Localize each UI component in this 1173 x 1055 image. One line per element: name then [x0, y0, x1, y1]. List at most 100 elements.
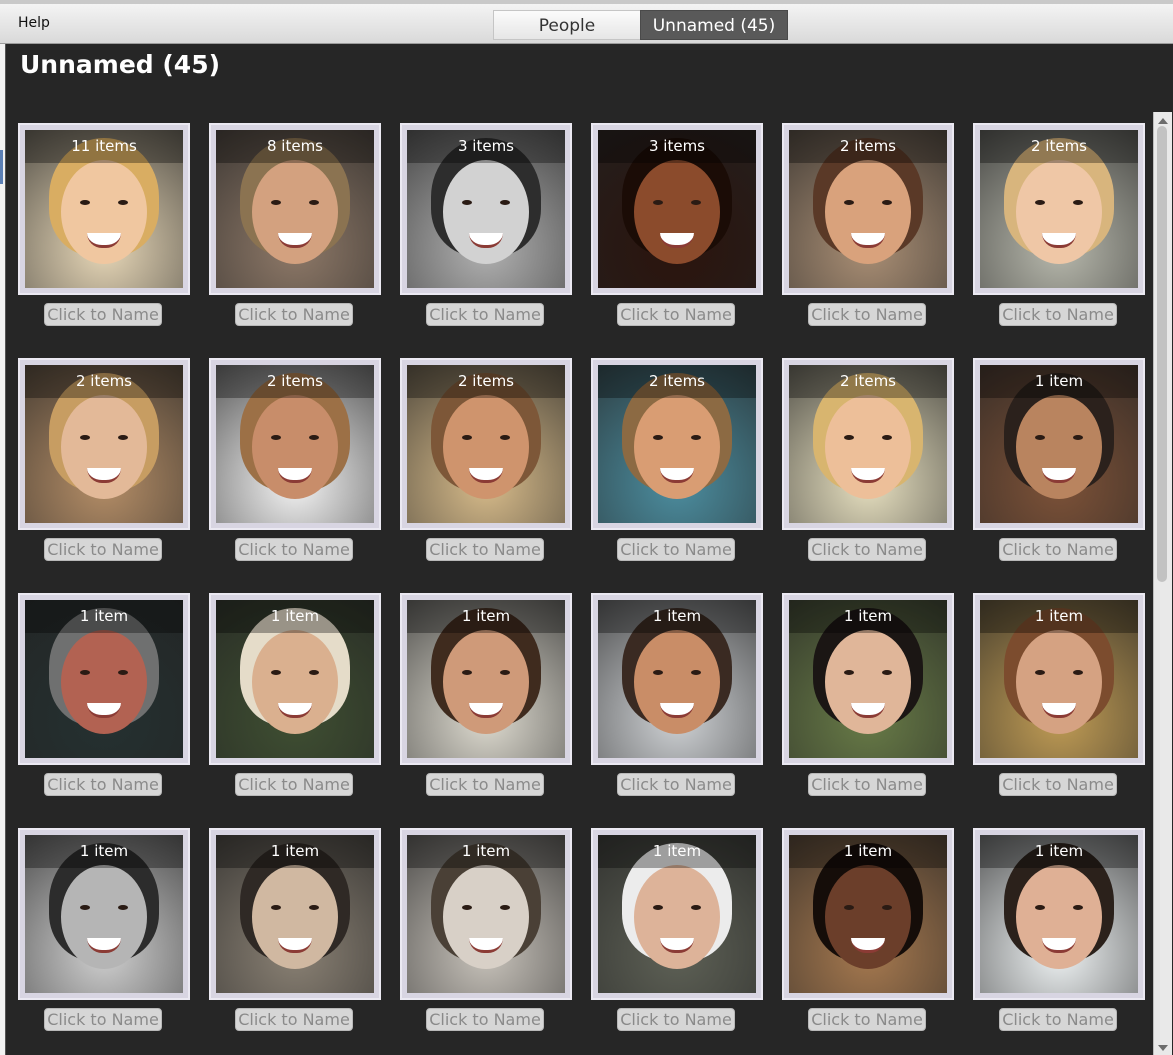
eye-icon: [80, 905, 90, 910]
click-to-name-button[interactable]: Click to Name: [808, 1008, 926, 1031]
vertical-scrollbar[interactable]: [1153, 112, 1172, 1055]
face-card[interactable]: 1 item: [973, 358, 1145, 530]
help-menu[interactable]: Help: [18, 15, 50, 31]
item-count-label: 1 item: [25, 600, 183, 633]
tab-people[interactable]: People: [493, 10, 640, 40]
left-panel-marker: [0, 150, 3, 184]
face-thumbnail[interactable]: 1 item: [789, 835, 947, 993]
face-thumbnail[interactable]: 8 items: [216, 130, 374, 288]
face-card[interactable]: 11 items: [18, 123, 190, 295]
click-to-name-button[interactable]: Click to Name: [617, 538, 735, 561]
click-to-name-button[interactable]: Click to Name: [235, 773, 353, 796]
face-card[interactable]: 2 items: [591, 358, 763, 530]
tab-unnamed[interactable]: Unnamed (45): [640, 10, 788, 40]
eye-icon: [1073, 435, 1083, 440]
eye-icon: [844, 670, 854, 675]
click-to-name-button[interactable]: Click to Name: [235, 1008, 353, 1031]
eye-icon: [500, 670, 510, 675]
face-card[interactable]: 2 items: [782, 358, 954, 530]
face-thumbnail[interactable]: 2 items: [980, 130, 1138, 288]
click-to-name-button[interactable]: Click to Name: [235, 303, 353, 326]
face-thumbnail[interactable]: 1 item: [980, 600, 1138, 758]
click-to-name-button[interactable]: Click to Name: [617, 773, 735, 796]
click-to-name-button[interactable]: Click to Name: [999, 538, 1117, 561]
click-to-name-button[interactable]: Click to Name: [808, 538, 926, 561]
item-count-label: 1 item: [25, 835, 183, 868]
face-card[interactable]: 1 item: [973, 828, 1145, 1000]
click-to-name-button[interactable]: Click to Name: [44, 773, 162, 796]
face-card[interactable]: 2 items: [209, 358, 381, 530]
eye-icon: [500, 905, 510, 910]
click-to-name-button[interactable]: Click to Name: [617, 303, 735, 326]
face-card[interactable]: 2 items: [782, 123, 954, 295]
eye-icon: [882, 670, 892, 675]
face-card[interactable]: 1 item: [591, 593, 763, 765]
eye-icon: [1035, 905, 1045, 910]
click-to-name-button[interactable]: Click to Name: [44, 303, 162, 326]
eye-icon: [1035, 670, 1045, 675]
eye-icon: [691, 670, 701, 675]
click-to-name-button[interactable]: Click to Name: [808, 773, 926, 796]
click-to-name-button[interactable]: Click to Name: [999, 303, 1117, 326]
face-card[interactable]: 1 item: [591, 828, 763, 1000]
face-thumbnail[interactable]: 2 items: [216, 365, 374, 523]
face-card[interactable]: 2 items: [18, 358, 190, 530]
click-to-name-button[interactable]: Click to Name: [235, 538, 353, 561]
face-thumbnail[interactable]: 1 item: [598, 835, 756, 993]
face-thumbnail[interactable]: 3 items: [407, 130, 565, 288]
click-to-name-button[interactable]: Click to Name: [426, 538, 544, 561]
face-shape: [252, 160, 338, 264]
click-to-name-button[interactable]: Click to Name: [999, 1008, 1117, 1031]
face-card[interactable]: 2 items: [973, 123, 1145, 295]
view-tabs: People Unnamed (45): [493, 10, 788, 40]
face-thumbnail[interactable]: 2 items: [598, 365, 756, 523]
click-to-name-button[interactable]: Click to Name: [426, 1008, 544, 1031]
face-thumbnail[interactable]: 3 items: [598, 130, 756, 288]
click-to-name-button[interactable]: Click to Name: [426, 773, 544, 796]
eye-icon: [271, 200, 281, 205]
face-card[interactable]: 1 item: [18, 828, 190, 1000]
face-thumbnail[interactable]: 1 item: [980, 365, 1138, 523]
face-thumbnail[interactable]: 1 item: [789, 600, 947, 758]
face-card[interactable]: 1 item: [400, 828, 572, 1000]
scroll-down-arrow-icon[interactable]: [1158, 1045, 1168, 1051]
face-thumbnail[interactable]: 2 items: [789, 365, 947, 523]
face-thumbnail[interactable]: 1 item: [25, 835, 183, 993]
face-thumbnail[interactable]: 2 items: [789, 130, 947, 288]
face-shape: [825, 865, 911, 969]
face-card[interactable]: 1 item: [973, 593, 1145, 765]
eye-icon: [309, 200, 319, 205]
face-card[interactable]: 2 items: [400, 358, 572, 530]
click-to-name-button[interactable]: Click to Name: [426, 303, 544, 326]
face-card[interactable]: 8 items: [209, 123, 381, 295]
eye-icon: [118, 435, 128, 440]
face-thumbnail[interactable]: 1 item: [407, 835, 565, 993]
eye-icon: [500, 435, 510, 440]
face-card[interactable]: 1 item: [209, 828, 381, 1000]
face-thumbnail[interactable]: 2 items: [407, 365, 565, 523]
face-thumbnail[interactable]: 1 item: [407, 600, 565, 758]
click-to-name-button[interactable]: Click to Name: [808, 303, 926, 326]
face-shape: [634, 865, 720, 969]
face-card[interactable]: 3 items: [400, 123, 572, 295]
face-card[interactable]: 1 item: [782, 593, 954, 765]
scroll-thumb[interactable]: [1157, 126, 1167, 582]
face-card[interactable]: 1 item: [400, 593, 572, 765]
face-card[interactable]: 1 item: [18, 593, 190, 765]
face-card[interactable]: 3 items: [591, 123, 763, 295]
face-thumbnail[interactable]: 11 items: [25, 130, 183, 288]
face-thumbnail[interactable]: 1 item: [25, 600, 183, 758]
face-card[interactable]: 1 item: [782, 828, 954, 1000]
face-thumbnail[interactable]: 1 item: [980, 835, 1138, 993]
face-thumbnail[interactable]: 1 item: [216, 600, 374, 758]
scroll-up-arrow-icon[interactable]: [1158, 118, 1168, 124]
face-thumbnail[interactable]: 1 item: [216, 835, 374, 993]
face-thumbnail[interactable]: 2 items: [25, 365, 183, 523]
face-thumbnail[interactable]: 1 item: [598, 600, 756, 758]
click-to-name-button[interactable]: Click to Name: [617, 1008, 735, 1031]
click-to-name-button[interactable]: Click to Name: [999, 773, 1117, 796]
click-to-name-button[interactable]: Click to Name: [44, 1008, 162, 1031]
item-count-label: 2 items: [980, 130, 1138, 163]
face-card[interactable]: 1 item: [209, 593, 381, 765]
click-to-name-button[interactable]: Click to Name: [44, 538, 162, 561]
